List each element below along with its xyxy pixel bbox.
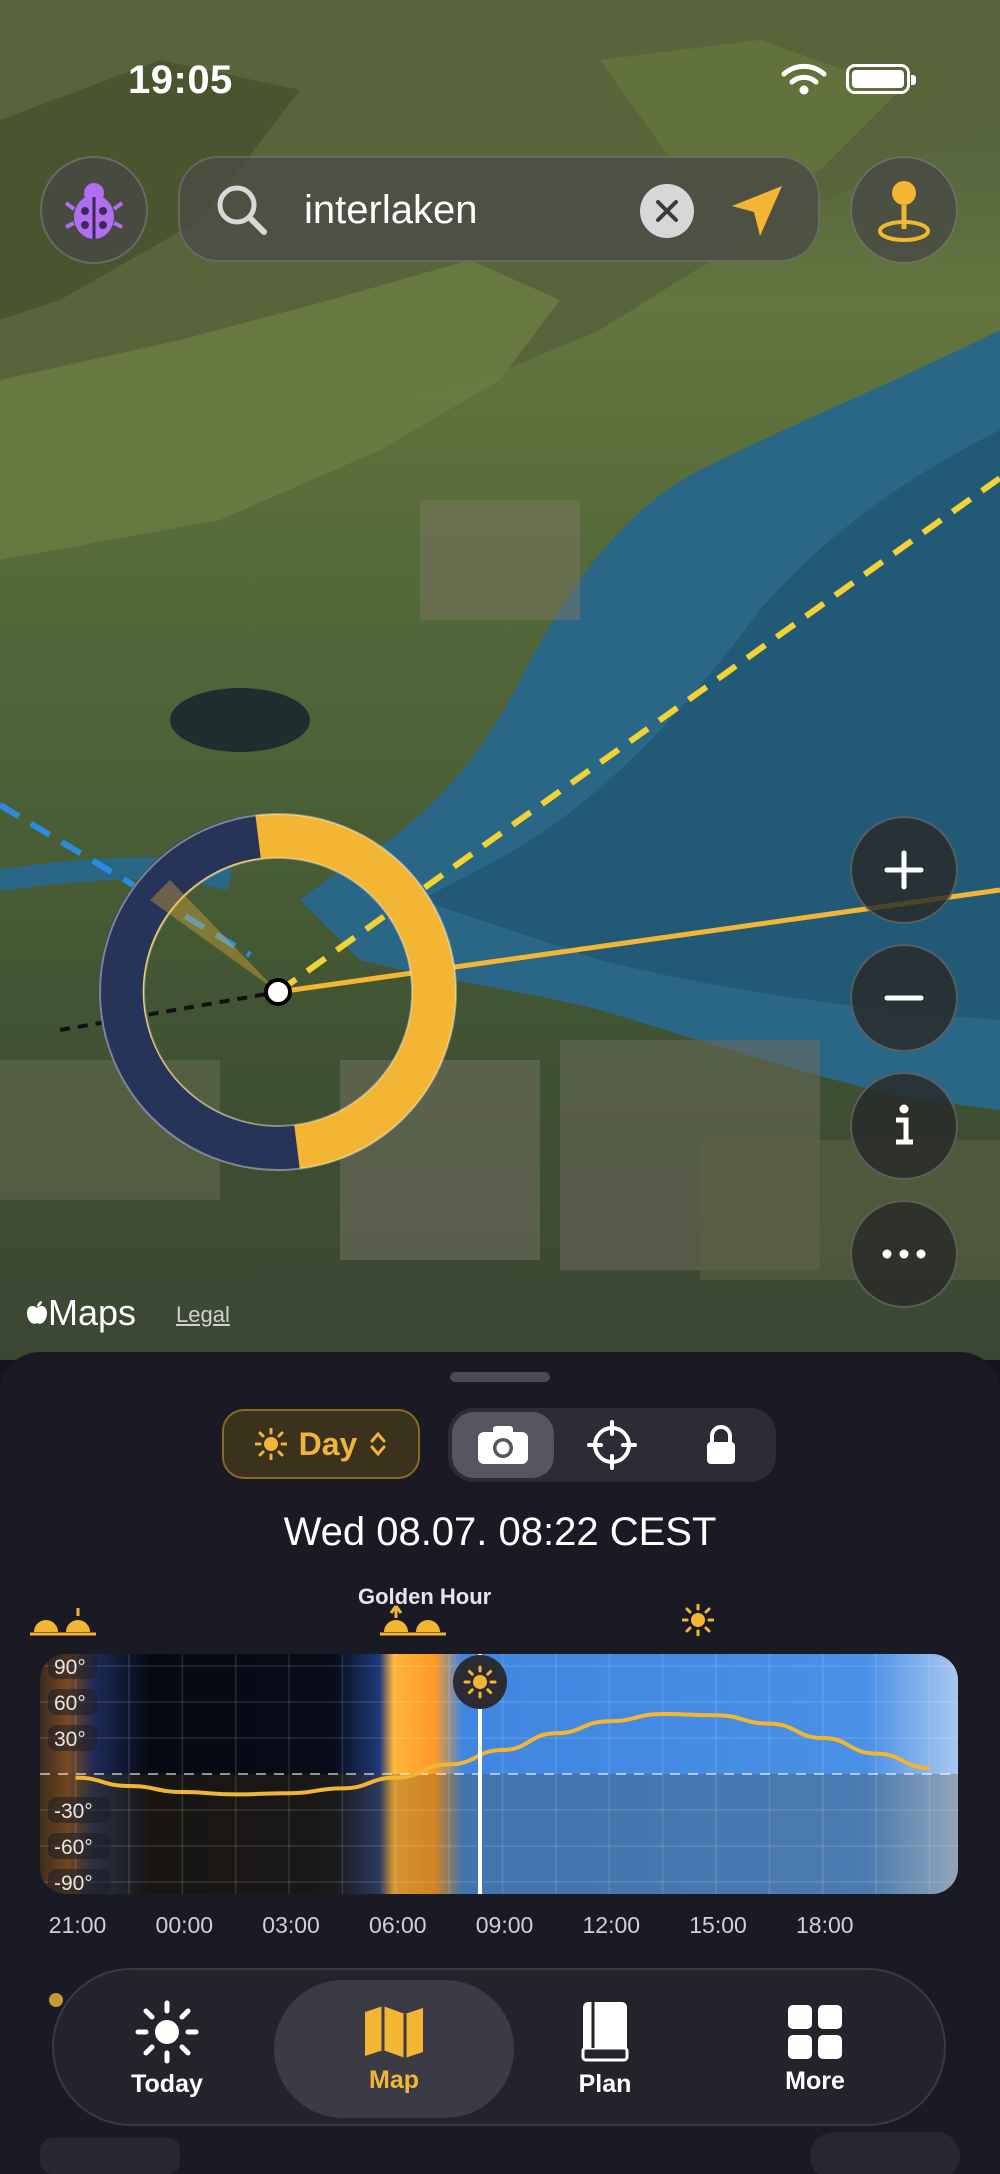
chevron-updown-icon <box>370 1431 386 1457</box>
camera-mode-button[interactable] <box>452 1412 554 1478</box>
crosshair-mode-button[interactable] <box>561 1412 663 1478</box>
sun-ring <box>98 813 457 1171</box>
sun-icon <box>254 1428 287 1460</box>
legal-link[interactable]: Legal <box>176 1302 230 1328</box>
grid-icon <box>788 2004 842 2059</box>
apple-logo-icon <box>27 1301 47 1324</box>
y-tick-text: -60° <box>54 1836 93 1859</box>
maps-attribution: Maps <box>26 1292 136 1334</box>
map-view[interactable]: 19:05 interlaken Maps Legal <box>0 0 1000 1360</box>
hour-axis: 21:00 00:00 03:00 06:00 09:00 12:00 15:00 18:00 <box>0 1912 1000 1942</box>
y-tick-text: -90° <box>54 1872 93 1894</box>
y-tick-label: -90° <box>48 1869 110 1895</box>
plus-icon <box>884 850 924 890</box>
sun-ray <box>467 1669 474 1676</box>
blurred-toggle <box>810 2132 960 2174</box>
hour-label: 15:00 <box>689 1912 747 1938</box>
minus-icon <box>884 995 924 1001</box>
book-icon <box>581 2001 629 2061</box>
hour-label: 18:00 <box>796 1912 854 1938</box>
hour-label: 00:00 <box>155 1912 214 1938</box>
location-arrow-icon[interactable] <box>728 182 786 240</box>
info-icon <box>896 1104 913 1145</box>
search-input[interactable]: interlaken <box>304 188 477 233</box>
solar-noon-marker-icon <box>682 1604 714 1636</box>
bug-icon <box>65 183 123 239</box>
search-icon <box>217 185 267 235</box>
more-options-button[interactable] <box>850 1200 958 1308</box>
pin-button[interactable] <box>850 156 958 264</box>
selected-datetime: Wed 08.07. 08:22 CEST <box>283 1510 717 1554</box>
mode-selector[interactable]: Day <box>222 1409 420 1479</box>
tab-plan[interactable]: Plan <box>500 1980 710 2118</box>
sun-ray <box>486 1669 493 1676</box>
hour-label: 21:00 <box>48 1912 107 1938</box>
camera-icon <box>478 1426 528 1464</box>
sunset-marker-icon <box>30 1608 96 1636</box>
tab-today-label: Today <box>131 2069 203 2098</box>
tab-today[interactable]: Today <box>62 1980 272 2118</box>
maps-label: Maps <box>48 1292 137 1333</box>
info-button[interactable] <box>850 1072 958 1180</box>
close-icon <box>656 200 678 222</box>
view-mode-segmented-control[interactable] <box>448 1408 776 1482</box>
y-tick-text: 60° <box>54 1692 86 1715</box>
map-pin-icon <box>878 181 930 242</box>
status-time: 19:05 <box>128 58 233 102</box>
crosshair-icon <box>587 1420 637 1470</box>
ellipsis-icon <box>882 1249 926 1259</box>
lock-button[interactable] <box>670 1412 772 1478</box>
sun-ray <box>467 1688 474 1695</box>
lock-icon <box>707 1425 735 1464</box>
bottom-sheet[interactable]: Day Wed 08.07. 08:22 CEST Golden Hour 90… <box>0 1352 1000 2174</box>
clear-search-button[interactable] <box>640 184 694 238</box>
elevation-chart-svg[interactable]: 90° 60° 30° -30° -60° -90° <box>40 1653 958 1895</box>
y-tick-text: 90° <box>54 1656 86 1679</box>
tab-more-label: More <box>785 2066 845 2095</box>
zoom-out-button[interactable] <box>850 944 958 1052</box>
tab-map[interactable]: Map <box>274 1980 514 2118</box>
tab-more[interactable]: More <box>710 1980 920 2118</box>
zoom-in-button[interactable] <box>850 816 958 924</box>
status-icons <box>780 62 916 96</box>
y-tick-label: -60° <box>48 1833 110 1859</box>
mode-label: Day <box>298 1425 358 1462</box>
blurred-row <box>40 2138 180 2174</box>
sunrise-marker-icon <box>380 1605 446 1636</box>
wifi-icon <box>781 63 827 95</box>
tab-plan-label: Plan <box>578 2069 632 2098</box>
debug-button[interactable] <box>40 156 148 264</box>
sun-icon <box>135 2000 199 2063</box>
tab-bar[interactable]: Today Map Plan More <box>52 1968 946 2126</box>
hour-label: 12:00 <box>582 1912 641 1938</box>
search-bar[interactable]: interlaken <box>178 156 820 262</box>
y-tick-label: 30° <box>48 1725 97 1751</box>
map-icon <box>365 2005 423 2058</box>
sun-elevation-chart[interactable]: 90° 60° 30° -30° -60° -90° <box>40 1653 958 1895</box>
tab-map-label: Map <box>369 2065 419 2094</box>
y-tick-text: 30° <box>54 1728 86 1751</box>
hour-label: 09:00 <box>475 1912 534 1938</box>
hour-label: 03:00 <box>262 1912 320 1938</box>
hour-label: 06:00 <box>369 1912 427 1938</box>
current-time-sun-badge[interactable] <box>453 1655 508 1709</box>
y-tick-text: -30° <box>54 1800 93 1823</box>
y-tick-label: -30° <box>48 1797 110 1823</box>
y-tick-label: 90° <box>48 1653 97 1679</box>
y-tick-label: 60° <box>48 1689 97 1715</box>
battery-icon <box>846 64 916 94</box>
sheet-grabber[interactable] <box>450 1372 550 1382</box>
sun-ray <box>486 1688 493 1695</box>
